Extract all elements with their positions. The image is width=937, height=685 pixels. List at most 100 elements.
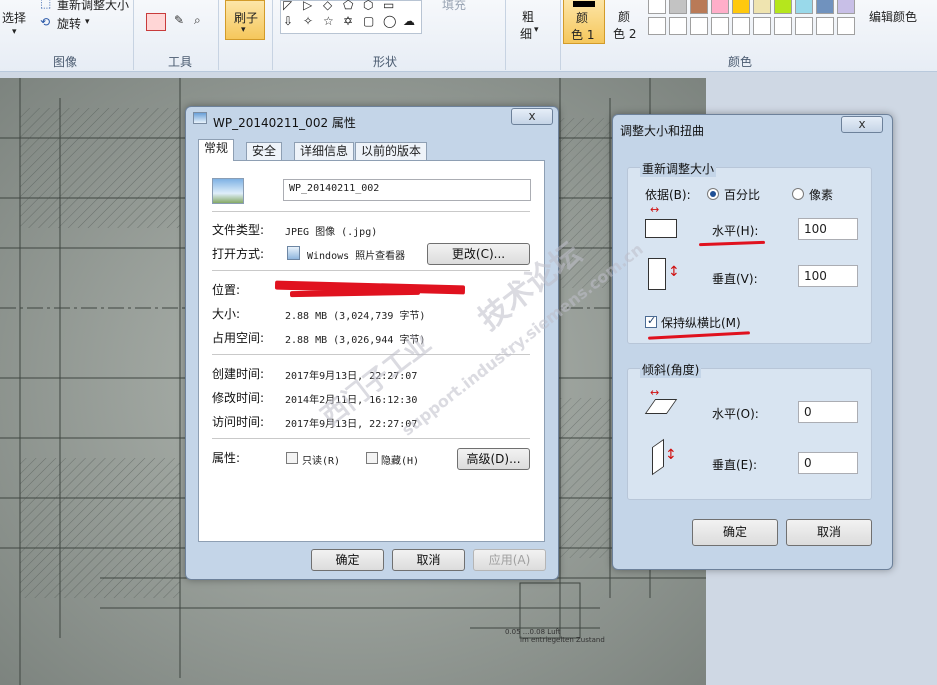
divider (212, 438, 530, 439)
color-swatch[interactable] (774, 17, 792, 35)
color-swatch[interactable] (753, 0, 771, 14)
hexagon-shape-icon[interactable]: ⬡ (363, 0, 381, 14)
color-picker-icon[interactable]: ✎ (174, 13, 184, 27)
skew-vertical-label: 垂直(E): (712, 458, 757, 472)
cancel-button[interactable]: 取消 (392, 549, 465, 571)
color2-label-2: 色 2 (613, 27, 637, 41)
close-button[interactable]: x (511, 108, 553, 125)
color1-label-2: 色 1 (571, 28, 595, 42)
callout-rect-icon[interactable]: ▢ (363, 14, 381, 30)
horizontal-resize-icon (645, 219, 677, 238)
color-swatch[interactable] (711, 17, 729, 35)
resize-group-title: 重新调整大小 (640, 160, 717, 177)
check-icon: ✓ (647, 314, 657, 327)
percent-radio[interactable] (707, 188, 719, 200)
chevron-down-icon[interactable]: ▾ (85, 17, 90, 27)
resize-cancel-button[interactable]: 取消 (786, 519, 872, 546)
color-swatch[interactable] (648, 0, 666, 14)
brush-button[interactable]: 刷子 ▾ (225, 0, 265, 40)
resize-title: 调整大小和扭曲 (620, 124, 705, 138)
shapes-gallery[interactable]: ◸ ▷ ◇ ⬠ ⬡ ▭ ⇩ ✧ ☆ ✡ ▢ ◯ ☁ (280, 0, 422, 34)
color-swatch[interactable] (690, 17, 708, 35)
size-value: 2.88 MB (3,024,739 字节) (285, 311, 426, 322)
edit-colors-button[interactable]: 编辑颜色 (869, 8, 917, 25)
drawing-note-2: im entriegelten Zustand (520, 636, 605, 644)
vertical-arrow-icon: ↕ (668, 264, 680, 280)
color-swatch[interactable] (669, 0, 687, 14)
callout-cloud-icon[interactable]: ☁ (403, 14, 421, 30)
color-swatch[interactable] (774, 0, 792, 14)
thickness-label[interactable]: 粗 (522, 8, 534, 25)
resize-ok-button[interactable]: 确定 (692, 519, 778, 546)
tab-details[interactable]: 详细信息 (294, 142, 355, 161)
star5-shape-icon[interactable]: ☆ (323, 14, 341, 30)
color-swatch[interactable] (669, 17, 687, 35)
eraser-icon[interactable] (146, 13, 166, 31)
color-swatch[interactable] (795, 17, 813, 35)
color1-button[interactable]: 颜 色 1 (563, 0, 605, 44)
color-swatch[interactable] (795, 0, 813, 14)
separator (272, 0, 273, 70)
thickness-label-2[interactable]: 细 (520, 25, 532, 42)
diamond-shape-icon[interactable]: ◇ (323, 0, 341, 14)
star6-shape-icon[interactable]: ✡ (343, 14, 361, 30)
readonly-checkbox[interactable] (286, 452, 298, 464)
hidden-checkbox[interactable] (366, 452, 378, 464)
ok-button[interactable]: 确定 (311, 549, 384, 571)
photo-viewer-icon (287, 246, 300, 260)
arrow-shape-icon[interactable]: ▷ (303, 0, 321, 14)
color-swatch[interactable] (690, 0, 708, 14)
resize-icon: ⬚ (40, 0, 52, 10)
color-swatch[interactable] (816, 17, 834, 35)
tab-previous-versions[interactable]: 以前的版本 (355, 142, 428, 161)
horizontal-input[interactable]: 100 (798, 218, 858, 240)
tab-security[interactable]: 安全 (246, 142, 283, 161)
magnifier-icon[interactable]: ⌕ (194, 13, 201, 28)
chevron-down-icon[interactable]: ▾ (12, 27, 17, 37)
size-label: 大小: (212, 307, 241, 321)
disk-size-value: 2.88 MB (3,026,944 字节) (285, 335, 426, 346)
color-swatch[interactable] (837, 17, 855, 35)
color1-swatch (573, 1, 595, 7)
color-swatch[interactable] (732, 17, 750, 35)
color-swatch[interactable] (648, 17, 666, 35)
close-button[interactable]: x (841, 116, 883, 133)
pentagon-shape-icon[interactable]: ⬠ (343, 0, 361, 14)
color-swatch[interactable] (753, 17, 771, 35)
skew-horizontal-input[interactable]: 0 (798, 401, 858, 423)
skew-vertical-input[interactable]: 0 (798, 452, 858, 474)
color-swatch[interactable] (816, 0, 834, 14)
advanced-button[interactable]: 高级(D)... (457, 448, 530, 470)
separator (133, 0, 134, 70)
color-swatch[interactable] (732, 0, 750, 14)
open-with-label: 打开方式: (212, 247, 265, 261)
filename-input[interactable]: WP_20140211_002 (283, 179, 531, 201)
separator (505, 0, 506, 70)
change-button[interactable]: 更改(C)... (427, 243, 530, 265)
rotate-button[interactable]: 旋转 (57, 15, 81, 32)
tab-general[interactable]: 常规 (198, 139, 235, 161)
color2-label: 颜 (618, 10, 631, 24)
open-with-value: Windows 照片查看器 (307, 251, 406, 262)
horizontal-label: 水平(H): (712, 224, 759, 238)
down-arrow-shape-icon[interactable]: ⇩ (283, 14, 301, 30)
tools-group-label: 工具 (167, 55, 192, 69)
separator (218, 0, 219, 70)
vertical-input[interactable]: 100 (798, 265, 858, 287)
disk-size-label: 占用空间: (212, 331, 265, 345)
rect-shape-icon[interactable]: ▭ (383, 0, 401, 14)
apply-button[interactable]: 应用(A) (473, 549, 546, 571)
fill-button[interactable]: 填充 (442, 0, 466, 13)
callout-oval-icon[interactable]: ◯ (383, 14, 401, 30)
keep-ratio-checkbox[interactable]: ✓ (645, 314, 657, 328)
color-swatch[interactable] (837, 0, 855, 14)
modified-value: 2014年2月11日, 16:12:30 (285, 395, 418, 406)
pixels-radio[interactable] (792, 188, 804, 200)
resize-button[interactable]: 重新调整大小 (57, 0, 129, 13)
triangle-shape-icon[interactable]: ◸ (283, 0, 301, 14)
chevron-down-icon[interactable]: ▾ (534, 25, 539, 35)
star4-shape-icon[interactable]: ✧ (303, 14, 321, 30)
color-swatch[interactable] (711, 0, 729, 14)
select-button[interactable]: 选择 (2, 9, 26, 26)
color2-button[interactable]: 颜 色 2 (610, 0, 642, 44)
